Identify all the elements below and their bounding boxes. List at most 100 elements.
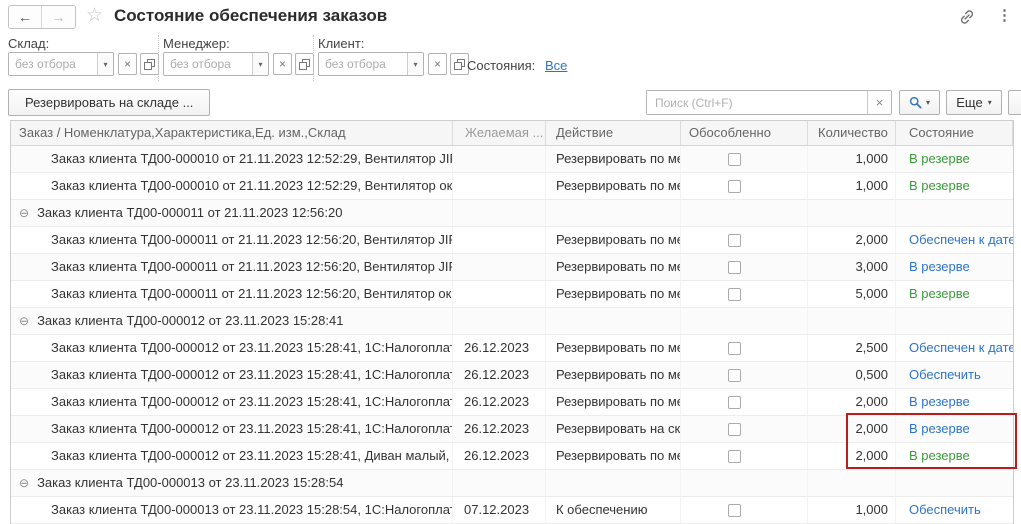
status-cell: В резерве <box>896 281 1013 307</box>
separate-cell <box>681 281 808 307</box>
separate-checkbox[interactable] <box>728 234 741 247</box>
quantity-cell: 1,000 <box>808 497 896 523</box>
collapse-icon[interactable]: ⊖ <box>19 207 29 219</box>
column-header-action[interactable]: Действие <box>546 121 681 145</box>
separate-cell <box>681 308 808 334</box>
separate-checkbox[interactable] <box>728 180 741 193</box>
warehouse-label: Склад: <box>8 36 49 51</box>
search-clear-button[interactable]: × <box>867 91 891 114</box>
chevron-down-icon[interactable]: ▾ <box>97 53 113 75</box>
manager-choose-button[interactable] <box>295 53 314 75</box>
collapse-icon[interactable]: ⊖ <box>19 477 29 489</box>
action-cell: Резервировать на складе <box>546 416 681 442</box>
manager-field[interactable] <box>164 53 252 75</box>
top-bar: ← → ☆ Состояние обеспечения заказов ⋮ <box>0 0 1021 33</box>
column-header-name[interactable]: Заказ / Номенклатура,Характеристика,Ед. … <box>11 121 453 145</box>
separate-checkbox[interactable] <box>728 342 741 355</box>
row-title: Заказ клиента ТД00-000011 от 21.11.2023 … <box>51 254 453 280</box>
filter-client: Клиент: ▾ × <box>318 33 468 85</box>
row-title: Заказ клиента ТД00-000012 от 23.11.2023 … <box>51 443 453 469</box>
table-body: ⊖ Заказ клиента ТД00-000010 от 21.11.202… <box>11 146 1013 524</box>
table-row[interactable]: ⊖ Заказ клиента ТД00-000013 от 23.11.202… <box>11 497 1013 524</box>
forward-button[interactable]: → <box>42 6 75 28</box>
page-title: Состояние обеспечения заказов <box>114 6 387 26</box>
warehouse-choose-button[interactable] <box>140 53 159 75</box>
separate-cell <box>681 443 808 469</box>
collapse-icon[interactable]: ⊖ <box>19 315 29 327</box>
status-cell: В резерве <box>896 416 1013 442</box>
desired-date-cell <box>453 146 546 172</box>
choose-icon <box>454 59 465 70</box>
table-row[interactable]: ⊖ Заказ клиента ТД00-000011 от 21.11.202… <box>11 200 1013 227</box>
favorite-star-icon[interactable]: ☆ <box>86 4 103 27</box>
client-clear-button[interactable]: × <box>428 53 447 75</box>
table-row[interactable]: ⊖ Заказ клиента ТД00-000012 от 23.11.202… <box>11 308 1013 335</box>
status-cell: Обеспечить <box>896 362 1013 388</box>
chevron-down-icon[interactable]: ▾ <box>252 53 268 75</box>
manager-label: Менеджер: <box>163 36 230 51</box>
status-cell: В резерве <box>896 173 1013 199</box>
get-link-icon[interactable] <box>958 8 976 26</box>
separate-checkbox[interactable] <box>728 504 741 517</box>
table-row[interactable]: ⊖ Заказ клиента ТД00-000012 от 23.11.202… <box>11 362 1013 389</box>
separate-checkbox[interactable] <box>728 423 741 436</box>
separate-cell <box>681 470 808 496</box>
states-all-link[interactable]: Все <box>545 58 567 73</box>
separate-checkbox[interactable] <box>728 369 741 382</box>
back-button[interactable]: ← <box>9 6 42 28</box>
more-button[interactable]: Еще ▾ <box>946 90 1002 115</box>
more-menu-icon[interactable]: ⋮ <box>997 6 1012 24</box>
separate-checkbox[interactable] <box>728 288 741 301</box>
row-title: Заказ клиента ТД00-000012 от 23.11.2023 … <box>51 416 453 442</box>
filter-manager: Менеджер: ▾ × <box>163 33 313 85</box>
separate-checkbox[interactable] <box>728 153 741 166</box>
status-cell <box>896 470 1013 496</box>
action-cell <box>546 200 681 226</box>
client-field[interactable] <box>319 53 407 75</box>
table-row[interactable]: ⊖ Заказ клиента ТД00-000011 от 21.11.202… <box>11 254 1013 281</box>
column-header-desired-date[interactable]: Желаемая ... <box>453 121 546 145</box>
table-row[interactable]: ⊖ Заказ клиента ТД00-000012 от 23.11.202… <box>11 443 1013 470</box>
warehouse-clear-button[interactable]: × <box>118 53 137 75</box>
warehouse-field[interactable] <box>9 53 97 75</box>
search-button[interactable]: ▾ <box>899 90 940 115</box>
manager-clear-button[interactable]: × <box>273 53 292 75</box>
status-cell: Обеспечен к дате <box>896 335 1013 361</box>
row-title: Заказ клиента ТД00-000013 от 23.11.2023 … <box>51 497 453 523</box>
desired-date-cell: 26.12.2023 <box>453 362 546 388</box>
help-button-partial[interactable] <box>1008 90 1021 115</box>
quantity-cell: 2,000 <box>808 389 896 415</box>
chevron-down-icon[interactable]: ▾ <box>407 53 423 75</box>
table-row[interactable]: ⊖ Заказ клиента ТД00-000011 от 21.11.202… <box>11 227 1013 254</box>
column-header-quantity[interactable]: Количество <box>808 121 896 145</box>
column-header-separate[interactable]: Обособленно <box>681 121 808 145</box>
more-button-label: Еще <box>956 95 982 110</box>
desired-date-cell: 26.12.2023 <box>453 389 546 415</box>
status-cell: В резерве <box>896 389 1013 415</box>
separate-checkbox[interactable] <box>728 396 741 409</box>
separate-cell <box>681 416 808 442</box>
row-title: Заказ клиента ТД00-000012 от 23.11.2023 … <box>51 389 453 415</box>
row-title: Заказ клиента ТД00-000010 от 21.11.2023 … <box>51 173 453 199</box>
separate-cell <box>681 254 808 280</box>
table-row[interactable]: ⊖ Заказ клиента ТД00-000010 от 21.11.202… <box>11 146 1013 173</box>
status-cell: В резерве <box>896 443 1013 469</box>
separate-cell <box>681 335 808 361</box>
separate-checkbox[interactable] <box>728 450 741 463</box>
quantity-cell: 2,500 <box>808 335 896 361</box>
separate-checkbox[interactable] <box>728 261 741 274</box>
table-row[interactable]: ⊖ Заказ клиента ТД00-000012 от 23.11.202… <box>11 335 1013 362</box>
table-row[interactable]: ⊖ Заказ клиента ТД00-000013 от 23.11.202… <box>11 470 1013 497</box>
table-row[interactable]: ⊖ Заказ клиента ТД00-000012 от 23.11.202… <box>11 416 1013 443</box>
desired-date-cell: 07.12.2023 <box>453 497 546 523</box>
reserve-on-warehouse-button[interactable]: Резервировать на складе ... <box>8 89 210 116</box>
command-bar: Резервировать на складе ... × ▾ Еще ▾ <box>0 86 1021 120</box>
search-input[interactable] <box>647 91 867 114</box>
column-header-status[interactable]: Состояние <box>896 121 1013 145</box>
quantity-cell: 1,000 <box>808 146 896 172</box>
table-row[interactable]: ⊖ Заказ клиента ТД00-000012 от 23.11.202… <box>11 389 1013 416</box>
quantity-cell <box>808 470 896 496</box>
table-row[interactable]: ⊖ Заказ клиента ТД00-000010 от 21.11.202… <box>11 173 1013 200</box>
client-input: ▾ <box>318 52 424 76</box>
table-row[interactable]: ⊖ Заказ клиента ТД00-000011 от 21.11.202… <box>11 281 1013 308</box>
